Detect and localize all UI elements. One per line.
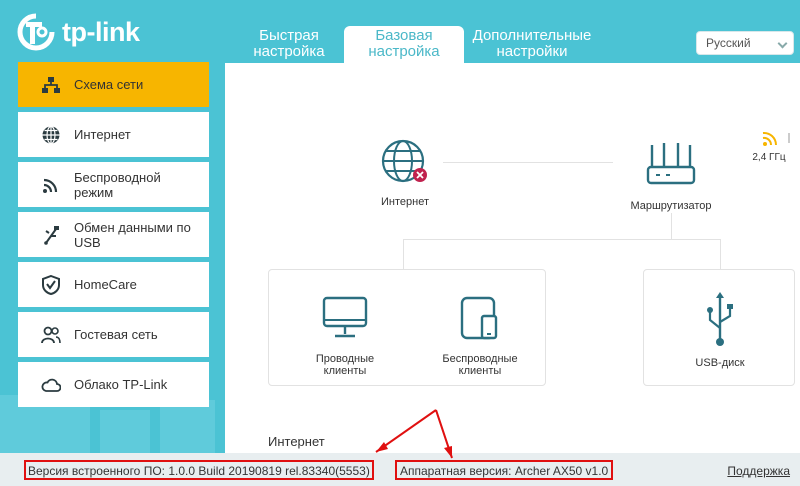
sidebar-item-label: Облако TP-Link [74, 377, 168, 392]
cloud-icon [40, 374, 62, 396]
sidebar: Схема сети Интернет Беспроводной режим О… [18, 62, 209, 412]
guests-icon [40, 324, 62, 346]
sidebar-item-label: Обмен данными по USB [74, 219, 191, 250]
background-decoration [100, 410, 150, 455]
shield-icon [40, 274, 62, 296]
tab-advanced-settings[interactable]: Дополнительные настройки [468, 28, 596, 60]
wifi-band-indicator[interactable]: 2,4 ГГц [749, 131, 789, 163]
connector-line [671, 213, 672, 239]
sidebar-item-usb[interactable]: Обмен данными по USB [18, 212, 209, 257]
wired-clients-label-line1: Проводные [315, 353, 375, 365]
tab-label-line2: настройка [368, 43, 440, 60]
usb-icon [40, 224, 62, 246]
connector-line [403, 239, 721, 240]
wired-clients-label-line2: клиенты [323, 365, 367, 377]
sidebar-item-network-map[interactable]: Схема сети [18, 62, 209, 107]
support-link[interactable]: Поддержка [727, 464, 790, 478]
wireless-clients-node[interactable]: Беспроводные клиенты [427, 294, 533, 377]
sidebar-item-guest-network[interactable]: Гостевая сеть [18, 312, 209, 357]
tab-label-line1: Быстрая [259, 27, 319, 44]
tab-label-line1: Базовая [375, 27, 433, 44]
sidebar-item-label: Беспроводной режим [74, 169, 161, 200]
tab-label-line2: настройки [496, 43, 568, 60]
wireless-icon [40, 174, 62, 196]
clients-card: Проводные клиенты Беспроводные клиенты [268, 269, 546, 386]
monitor-icon [322, 296, 368, 338]
tablet-phone-icon [460, 296, 498, 340]
section-title-internet: Интернет [268, 434, 325, 449]
sidebar-item-label: Гостевая сеть [74, 327, 158, 342]
language-value: Русский [706, 36, 751, 50]
usb-card: USB-диск [643, 269, 795, 386]
sidebar-item-tplink-cloud[interactable]: Облако TP-Link [18, 362, 209, 407]
wireless-clients-label-line2: клиенты [458, 365, 502, 377]
internet-label: Интернет [381, 196, 429, 208]
connector-line [720, 239, 721, 269]
sidebar-item-label: HomeCare [74, 277, 137, 292]
sidebar-item-label: Схема сети [74, 77, 144, 92]
router-label: Маршрутизатор [630, 200, 712, 212]
footer: Версия встроенного ПО: 1.0.0 Build 20190… [0, 453, 800, 486]
tp-link-logo: tp-link [16, 10, 156, 54]
chevron-down-icon [777, 38, 788, 49]
router-icon [646, 143, 696, 185]
tp-link-logo-icon [17, 13, 55, 51]
tab-label-line1: Дополнительные [472, 27, 592, 44]
network-map-icon [40, 74, 62, 96]
wifi-band-label: 2,4 ГГц [752, 152, 786, 163]
tab-basic-setup[interactable]: Базовая настройка [344, 26, 464, 66]
connector-line [403, 239, 404, 269]
sidebar-item-homecare[interactable]: HomeCare [18, 262, 209, 307]
wired-clients-node[interactable]: Проводные клиенты [297, 294, 393, 377]
sidebar-item-internet[interactable]: Интернет [18, 112, 209, 157]
internet-node[interactable]: Интернет [365, 137, 445, 208]
globe-icon [40, 124, 62, 146]
logo-text: tp-link [62, 16, 140, 47]
tab-label-line2: настройка [253, 43, 325, 60]
router-node[interactable]: Маршрутизатор [621, 141, 721, 212]
usb-disk-label: USB-диск [695, 357, 745, 369]
sidebar-item-label: Интернет [74, 127, 131, 142]
firmware-version: Версия встроенного ПО: 1.0.0 Build 20190… [24, 460, 374, 480]
globe-disconnected-icon [381, 139, 427, 183]
wifi-icon [762, 131, 778, 146]
hardware-version: Аппаратная версия: Archer AX50 v1.0 [395, 460, 614, 480]
connector-line [443, 162, 613, 163]
usb-icon [707, 292, 733, 346]
tab-quick-setup[interactable]: Быстрая настройка [236, 28, 342, 60]
network-map-panel: Интернет Маршрутизатор 2,4 ГГц Проводные… [225, 63, 800, 453]
language-select[interactable]: Русский [696, 31, 794, 55]
wireless-clients-label-line1: Беспроводные [442, 353, 518, 365]
usb-disk-node[interactable]: USB-диск [670, 290, 770, 369]
sidebar-item-wireless[interactable]: Беспроводной режим [18, 162, 209, 207]
